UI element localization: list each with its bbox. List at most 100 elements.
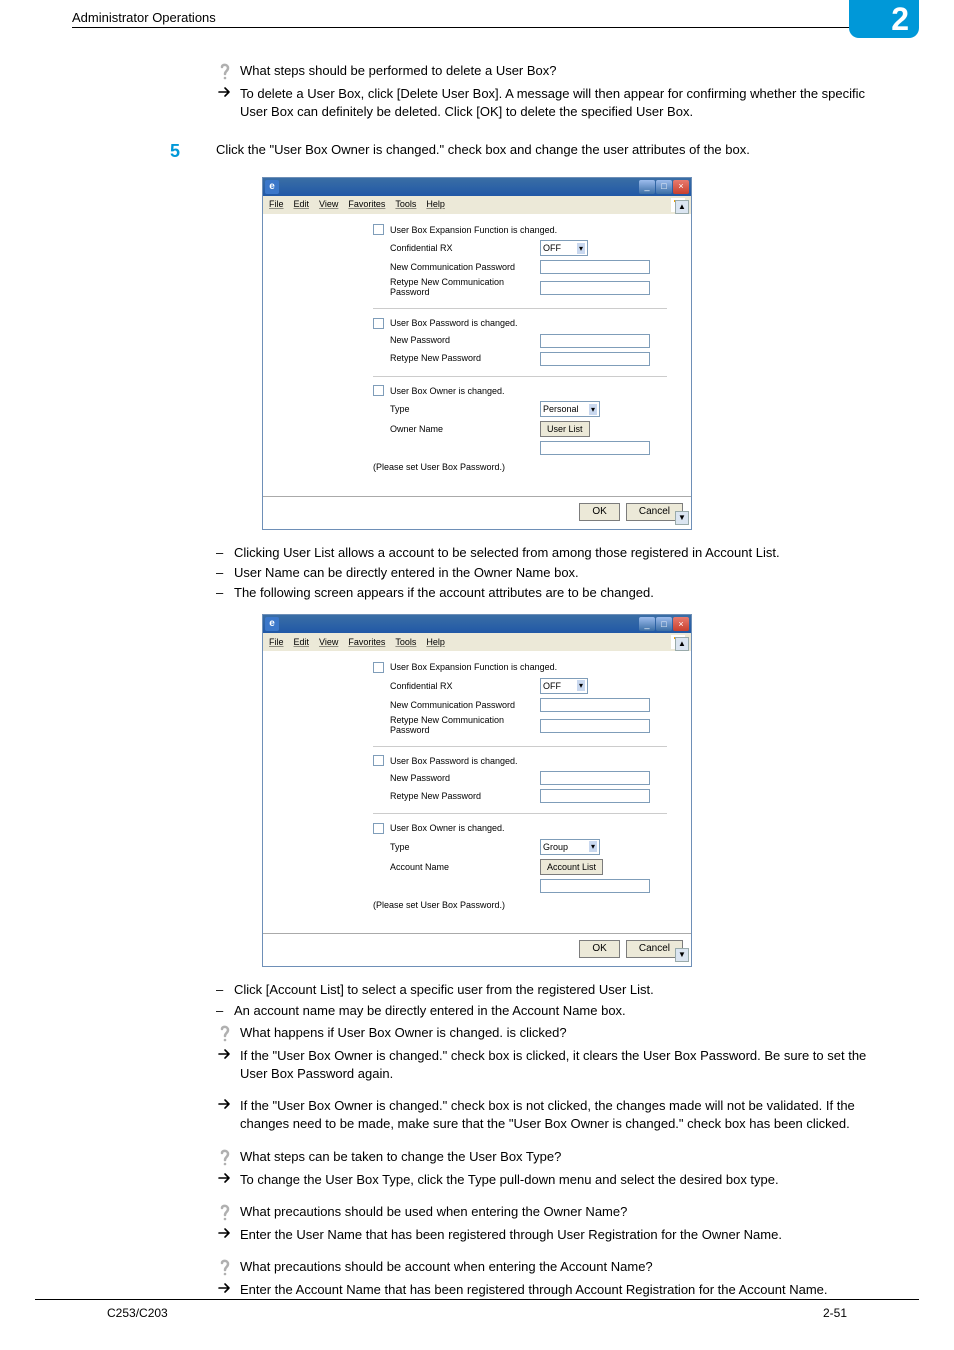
close-button[interactable]: × [673,180,689,194]
owner-name-input[interactable] [540,441,650,455]
bullet-text: User Name can be directly entered in the… [234,564,882,582]
confidential-rx-label: Confidential RX [390,242,540,255]
type-select[interactable]: Group▾ [540,839,600,855]
retype-comm-pw-label: Retype New Communication Password [390,278,540,298]
qa-question: What steps can be taken to change the Us… [240,1148,882,1166]
expansion-label: User Box Expansion Function is changed. [390,661,557,674]
confidential-rx-select[interactable]: OFF▾ [540,678,588,694]
menu-view[interactable]: View [319,636,338,649]
new-comm-pw-label: New Communication Password [390,699,540,712]
scroll-up-button[interactable]: ▲ [675,200,689,214]
qa-answer: If the "User Box Owner is changed." chec… [240,1097,882,1133]
arrow-right-icon [216,1281,234,1294]
bullet-text: Clicking User List allows a account to b… [234,544,882,562]
qa-question: What happens if User Box Owner is change… [240,1024,882,1042]
section-title: Administrator Operations [0,10,216,25]
menu-help[interactable]: Help [426,636,445,649]
chapter-badge: 2 [849,0,919,38]
owner-changed-label: User Box Owner is changed. [390,385,505,398]
account-list-button[interactable]: Account List [540,859,603,875]
new-comm-pw-input[interactable] [540,260,650,274]
qa-answer: Enter the User Name that has been regist… [240,1226,882,1244]
menu-tools[interactable]: Tools [395,636,416,649]
expansion-checkbox[interactable] [373,224,384,235]
qa-question: What precautions should be used when ent… [240,1203,882,1221]
qa-answer: To delete a User Box, click [Delete User… [240,85,882,121]
password-changed-checkbox[interactable] [373,755,384,766]
new-comm-pw-input[interactable] [540,698,650,712]
type-label: Type [390,403,540,416]
scroll-up-button[interactable]: ▲ [675,637,689,651]
owner-changed-checkbox[interactable] [373,385,384,396]
qa-answer: If the "User Box Owner is changed." chec… [240,1047,882,1083]
menu-file[interactable]: File [269,636,284,649]
menu-file[interactable]: File [269,198,284,211]
qa-question: What precautions should be account when … [240,1258,882,1276]
maximize-button[interactable]: □ [656,180,672,194]
arrow-right-icon [216,1226,234,1239]
retype-comm-pw-input[interactable] [540,719,650,733]
type-select[interactable]: Personal▾ [540,401,600,417]
new-comm-pw-label: New Communication Password [390,261,540,274]
screenshot-1: e _ □ × File Edit View Favorites Tools H… [262,177,692,530]
retype-pw-label: Retype New Password [390,352,540,365]
menu-favorites[interactable]: Favorites [348,636,385,649]
scroll-down-button[interactable]: ▼ [675,948,689,962]
menu-view[interactable]: View [319,198,338,211]
bullet-text: The following screen appears if the acco… [234,584,882,602]
bullet-dash: – [216,981,234,999]
minimize-button[interactable]: _ [639,180,655,194]
bullet-text: Click [Account List] to select a specifi… [234,981,882,999]
new-pw-label: New Password [390,772,540,785]
please-set-note: (Please set User Box Password.) [373,899,667,912]
bullet-dash: – [216,1002,234,1020]
retype-pw-input[interactable] [540,352,650,366]
type-label: Type [390,841,540,854]
owner-changed-label: User Box Owner is changed. [390,822,505,835]
please-set-note: (Please set User Box Password.) [373,461,667,474]
account-name-label: Account Name [390,861,540,874]
menu-tools[interactable]: Tools [395,198,416,211]
new-pw-input[interactable] [540,334,650,348]
step-text: Click the "User Box Owner is changed." c… [216,139,882,164]
arrow-right-icon [216,1171,234,1184]
owner-changed-checkbox[interactable] [373,823,384,834]
ie-logo-icon: e [265,180,279,194]
question-mark-icon [216,1258,234,1277]
new-pw-input[interactable] [540,771,650,785]
arrow-right-icon [216,85,234,98]
user-list-button[interactable]: User List [540,421,590,437]
bullet-dash: – [216,584,234,602]
account-name-input[interactable] [540,879,650,893]
expansion-label: User Box Expansion Function is changed. [390,224,557,237]
menu-favorites[interactable]: Favorites [348,198,385,211]
expansion-checkbox[interactable] [373,662,384,673]
menu-bar: File Edit View Favorites Tools Help [263,633,691,651]
footer-left: C253/C203 [107,1306,168,1320]
retype-comm-pw-input[interactable] [540,281,650,295]
maximize-button[interactable]: □ [656,617,672,631]
qa-answer: To change the User Box Type, click the T… [240,1171,882,1189]
scroll-down-button[interactable]: ▼ [675,511,689,525]
password-changed-label: User Box Password is changed. [390,317,518,330]
minimize-button[interactable]: _ [639,617,655,631]
step-number: 5 [72,139,216,164]
confidential-rx-select[interactable]: OFF▾ [540,240,588,256]
arrow-right-icon [216,1097,234,1110]
ie-logo-icon: e [265,617,279,631]
retype-pw-input[interactable] [540,789,650,803]
close-button[interactable]: × [673,617,689,631]
bullet-dash: – [216,544,234,562]
bullet-text: An account name may be directly entered … [234,1002,882,1020]
retype-pw-label: Retype New Password [390,790,540,803]
menu-edit[interactable]: Edit [294,198,310,211]
bullet-dash: – [216,564,234,582]
password-changed-checkbox[interactable] [373,318,384,329]
ok-button[interactable]: OK [579,503,619,521]
owner-name-label: Owner Name [390,423,540,436]
menu-help[interactable]: Help [426,198,445,211]
question-mark-icon [216,1148,234,1167]
password-changed-label: User Box Password is changed. [390,755,518,768]
menu-edit[interactable]: Edit [294,636,310,649]
ok-button[interactable]: OK [579,940,619,958]
